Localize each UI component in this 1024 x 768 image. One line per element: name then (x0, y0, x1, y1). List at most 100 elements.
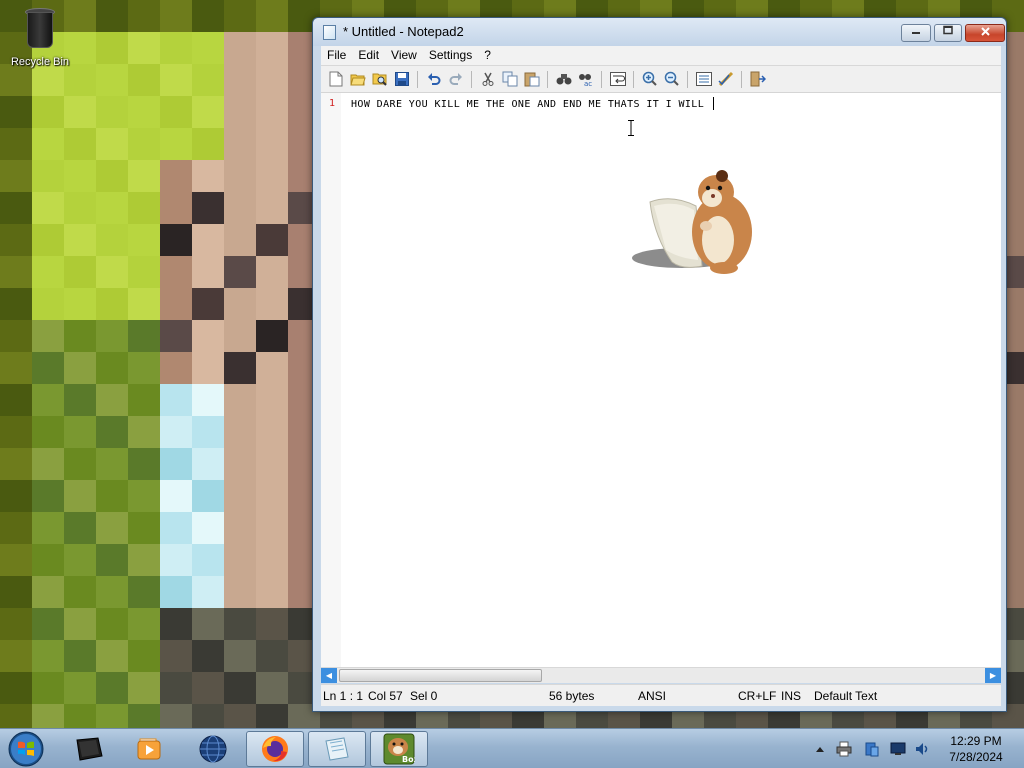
line-text: HOW DARE YOU KILL ME THE ONE AND END ME … (351, 99, 711, 110)
scroll-thumb[interactable] (339, 669, 542, 682)
redo-icon (449, 73, 462, 85)
clock-date: 7/28/2024 (949, 750, 1003, 764)
svg-text:ac: ac (584, 80, 592, 87)
minimize-icon (912, 32, 920, 34)
taskbar-console[interactable] (60, 731, 118, 767)
hamster-pet[interactable] (632, 166, 756, 276)
undo-button[interactable] (425, 70, 443, 88)
status-insert-mode: INS (781, 689, 802, 703)
word-wrap-button[interactable] (609, 70, 627, 88)
status-column: Col 57 (368, 689, 403, 703)
clock-time: 12:29 PM (950, 734, 1002, 748)
window-title: * Untitled - Notepad2 (343, 24, 464, 39)
show-hidden-icons-button[interactable] (812, 741, 828, 757)
word-wrap-icon (610, 72, 626, 86)
notepad2-app-icon[interactable] (323, 25, 336, 40)
exit-door-icon (750, 71, 766, 87)
minimize-button[interactable] (901, 24, 931, 42)
show-hidden-icons-arrow (816, 747, 824, 752)
recycle-bin-shortcut[interactable]: Recycle Bin (4, 4, 76, 68)
pencil-check-icon (718, 71, 734, 87)
start-orb-icon (8, 731, 44, 767)
menu-bar: File Edit View Settings? (321, 46, 1001, 66)
cut-button[interactable] (479, 70, 497, 88)
paste-button[interactable] (523, 70, 541, 88)
notepad2-window: * Untitled - Notepad2 File Edit View Settin… (312, 17, 1007, 712)
monitor-icon (890, 742, 906, 755)
close-button[interactable] (965, 24, 1005, 42)
tray-printer[interactable] (836, 741, 852, 757)
copy-button[interactable] (501, 70, 519, 88)
scroll-right-button[interactable]: ▶ (985, 668, 1001, 683)
menu-help[interactable]: ? (478, 46, 497, 64)
open-folder-icon (350, 74, 366, 86)
box-hamster-icon: Box (383, 733, 415, 765)
taskbar-clock[interactable]: 12:29 PM 7/28/2024 (936, 733, 1016, 765)
status-selection: Sel 0 (410, 689, 438, 703)
replace-icon: ac (579, 74, 592, 87)
close-icon (980, 27, 990, 36)
exit-button[interactable] (749, 70, 767, 88)
view-settings-button[interactable] (695, 70, 713, 88)
save-button[interactable] (393, 70, 411, 88)
zoom-in-button[interactable] (641, 70, 659, 88)
zoom-out-button[interactable] (663, 70, 681, 88)
tray-monitor[interactable] (890, 741, 906, 757)
title-bar[interactable]: * Untitled - Notepad2 (313, 18, 1006, 46)
list-view-icon (696, 72, 712, 86)
console-icon (76, 737, 103, 761)
recycle-bin-icon (23, 4, 57, 50)
menu-file[interactable]: File (321, 46, 352, 64)
taskbar-media-player[interactable] (120, 731, 178, 767)
status-scheme[interactable]: Default Text (814, 689, 877, 703)
firefox-icon (262, 736, 288, 762)
replace-button[interactable]: ac (577, 70, 595, 88)
tray-volume[interactable] (914, 741, 930, 757)
scheme-button[interactable] (717, 70, 735, 88)
new-file-icon (329, 71, 343, 87)
status-bar: Ln 1 : 1 Col 57 Sel 0 56 bytes ANSI CR+L… (321, 684, 1001, 706)
horizontal-scrollbar[interactable]: ◀ ▶ (321, 667, 1001, 683)
status-size: 56 bytes (549, 689, 595, 703)
scroll-left-button[interactable]: ◀ (321, 668, 337, 683)
status-line-ending[interactable]: CR+LF (738, 689, 776, 703)
copy-icon (502, 71, 518, 87)
network-share-icon (865, 742, 879, 757)
taskbar-box-app[interactable]: Box (370, 731, 428, 767)
zoom-in-icon (642, 71, 657, 86)
scissors-icon (482, 72, 494, 86)
menu-view[interactable]: View (385, 46, 423, 64)
box-label: Box (402, 755, 415, 764)
maximize-button[interactable] (934, 24, 962, 42)
find-button[interactable] (555, 70, 573, 88)
menu-edit[interactable]: Edit (352, 46, 385, 64)
printer-icon (836, 741, 852, 757)
ibeam-cursor-icon (628, 120, 634, 136)
text-caret (712, 97, 714, 110)
tray-network-share[interactable] (864, 741, 880, 757)
paste-icon (524, 72, 540, 87)
line-number: 1 (329, 98, 336, 109)
open-file-button[interactable] (349, 70, 367, 88)
browse-button[interactable] (371, 70, 389, 88)
taskbar-notepad2[interactable] (308, 731, 366, 767)
start-button[interactable] (4, 729, 48, 768)
new-file-button[interactable] (327, 70, 345, 88)
taskbar-globe[interactable] (184, 731, 242, 767)
maximize-icon (943, 25, 953, 35)
binoculars-icon (556, 74, 572, 85)
browse-icon (372, 73, 387, 86)
status-line: Ln 1 : 1 (323, 689, 364, 703)
redo-button[interactable] (447, 70, 465, 88)
toolbar: ac (321, 66, 1001, 93)
globe-icon (199, 735, 227, 763)
recycle-bin-label: Recycle Bin (10, 56, 70, 68)
status-encoding[interactable]: ANSI (638, 689, 666, 703)
notepad2-icon (325, 737, 349, 761)
editor-line-text[interactable]: HOW DARE YOU KILL ME THE ONE AND END ME … (351, 97, 714, 110)
save-disk-icon (395, 72, 409, 86)
menu-settings[interactable]: Settings (423, 46, 478, 64)
taskbar-firefox[interactable] (246, 731, 304, 767)
zoom-out-icon (664, 71, 679, 86)
taskbar: Box 12:29 PM 7/28/2024 (0, 728, 1024, 768)
